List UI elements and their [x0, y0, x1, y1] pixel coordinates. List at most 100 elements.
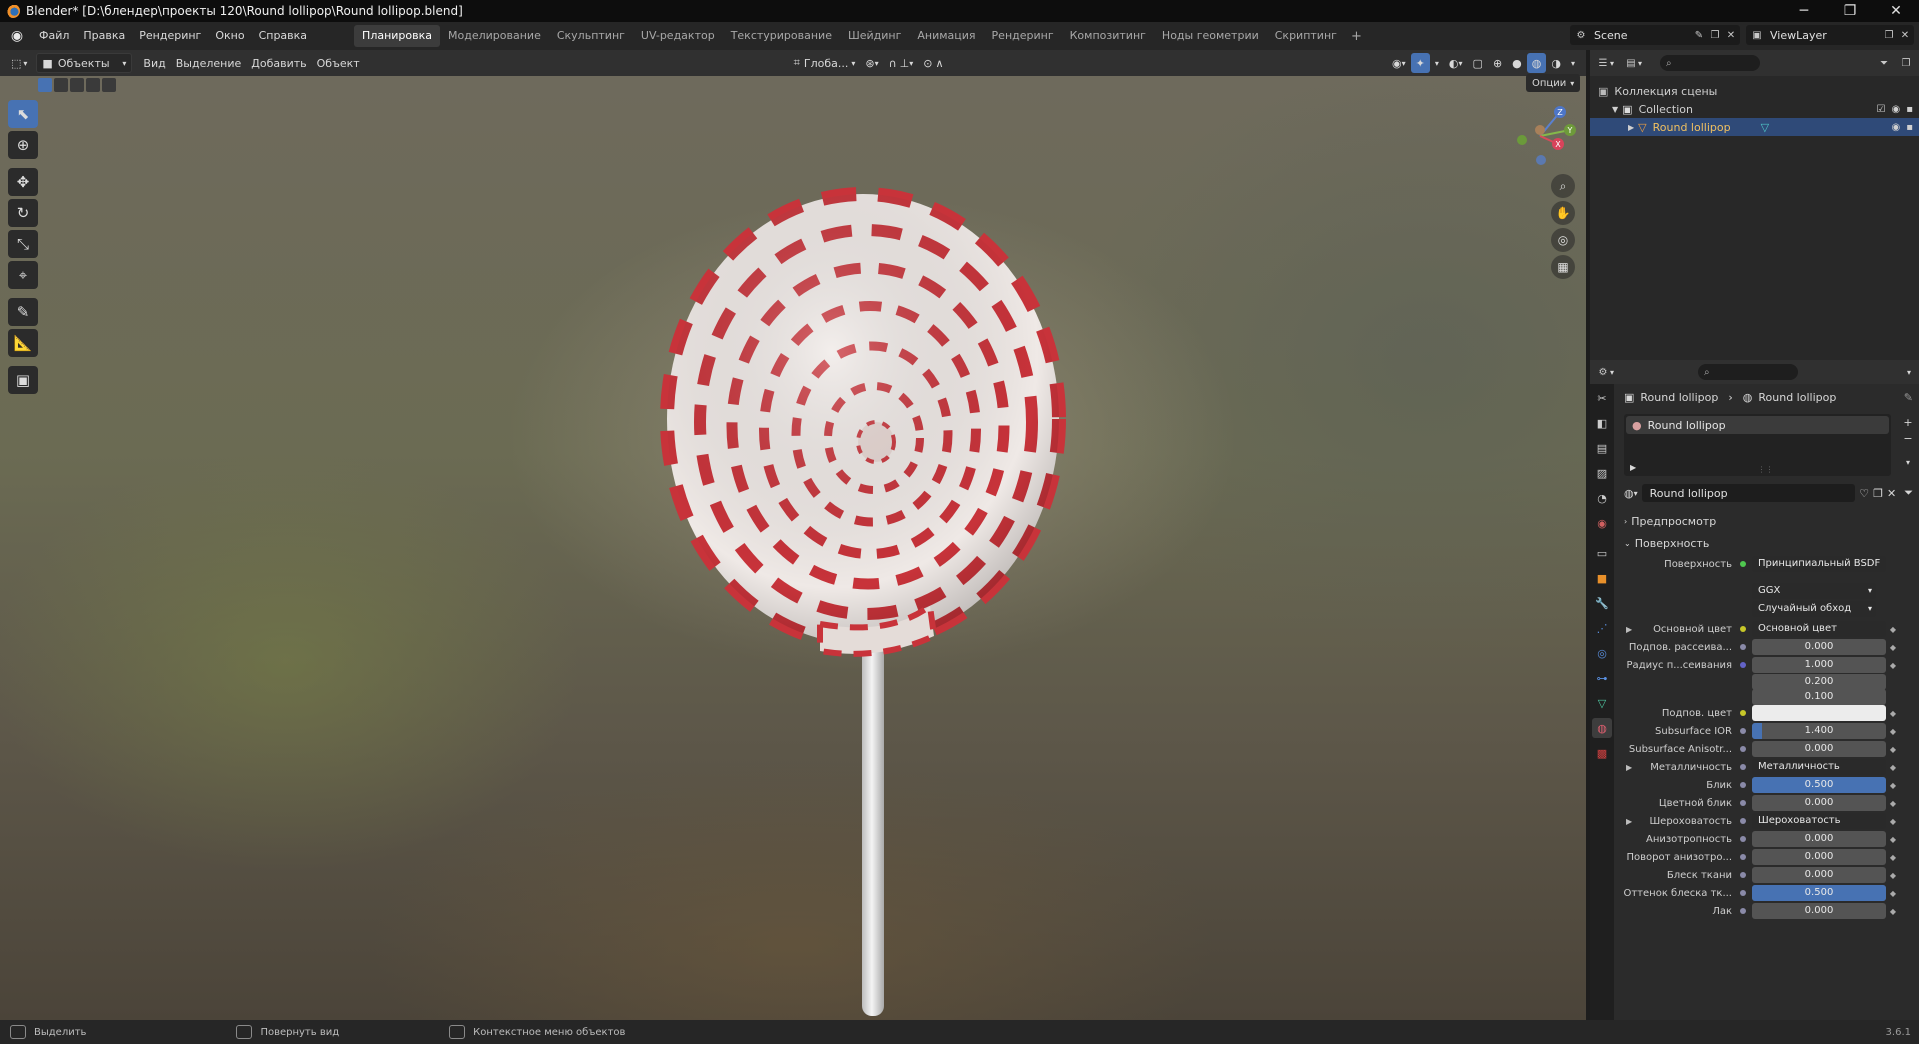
preview-panel-header[interactable]: › Предпросмотр — [1618, 510, 1919, 532]
camera-render-icon[interactable]: ▪ — [1906, 104, 1913, 115]
input-socket-icon[interactable] — [1740, 662, 1746, 668]
new-layer-icon[interactable]: ❐ — [1882, 28, 1896, 42]
input-socket-icon[interactable] — [1740, 854, 1746, 860]
expand-input-arrow-icon[interactable]: ▶ — [1626, 763, 1632, 772]
wireframe-shading-button[interactable]: ⊕ — [1488, 53, 1507, 73]
linked-input-field[interactable]: Основной цвет — [1752, 621, 1886, 637]
workspace-tab-3[interactable]: UV-редактор — [633, 25, 723, 47]
constraints-tab[interactable]: ⊶ — [1592, 668, 1612, 688]
workspace-tab-7[interactable]: Рендеринг — [984, 25, 1062, 47]
object-tab[interactable]: ■ — [1592, 568, 1612, 588]
workspace-tab-6[interactable]: Анимация — [909, 25, 983, 47]
keyframe-icon[interactable]: ◆ — [1886, 763, 1900, 772]
proportional-edit-button[interactable]: ⊙ ∧ — [918, 53, 948, 73]
data-tab[interactable]: ▽ — [1592, 693, 1612, 713]
outliner-scene-collection[interactable]: ▣ Коллекция сцены — [1590, 82, 1919, 100]
render-tab[interactable]: ◧ — [1592, 413, 1612, 433]
keyframe-icon[interactable]: ◆ — [1886, 745, 1900, 754]
outliner-search-input[interactable]: ⌕ — [1660, 55, 1761, 71]
gizmo-toggle-button[interactable]: ✦ — [1410, 53, 1430, 73]
transform-tool[interactable]: ⌖ — [8, 261, 38, 289]
input-socket-icon[interactable] — [1740, 908, 1746, 914]
value-slider[interactable]: 0.000 — [1752, 831, 1886, 847]
menu-item-2[interactable]: Рендеринг — [132, 25, 208, 47]
maximize-button[interactable]: ❐ — [1827, 0, 1873, 22]
texture-tab[interactable]: ▩ — [1592, 743, 1612, 763]
delete-scene-icon[interactable]: ✕ — [1724, 28, 1738, 42]
collapse-arrow-icon[interactable]: ▶ — [1628, 123, 1634, 132]
solid-shading-button[interactable]: ● — [1507, 53, 1527, 73]
properties-editor-icon[interactable]: ⚙ — [1596, 365, 1610, 379]
scene-tab[interactable]: ◔ — [1592, 488, 1612, 508]
minimize-button[interactable]: ─ — [1781, 0, 1827, 22]
scene-selector[interactable]: ⚙ Scene ✎ ❐ ✕ — [1570, 25, 1740, 45]
keyframe-icon[interactable]: ◆ — [1886, 727, 1900, 736]
material-slot-list[interactable]: ● Round lollipop ▶ ⋮⋮ — [1624, 414, 1891, 476]
select-subtract-icon[interactable] — [70, 78, 84, 92]
select-invert-icon[interactable] — [86, 78, 100, 92]
input-socket-icon[interactable] — [1740, 800, 1746, 806]
expand-input-arrow-icon[interactable]: ▶ — [1626, 625, 1632, 634]
select-box-tool[interactable]: ⬉ — [8, 100, 38, 128]
keyframe-icon[interactable]: ◆ — [1886, 871, 1900, 880]
mesh-data-icon[interactable]: ▽ — [1761, 121, 1769, 134]
zoom-button[interactable]: ⌕ — [1551, 174, 1575, 198]
navigation-gizmo[interactable]: Z Y X — [1510, 100, 1580, 172]
overlay-button[interactable]: ◐ ▾ — [1444, 53, 1468, 73]
rendered-shading-button[interactable]: ◑ — [1546, 53, 1566, 73]
select-new-icon[interactable] — [38, 78, 52, 92]
expand-arrow-icon[interactable]: ▶ — [1630, 463, 1636, 472]
view-layer-selector[interactable]: ▣ ViewLayer ❐ ✕ — [1746, 25, 1914, 45]
surface-panel-header[interactable]: ⌄ Поверхность — [1618, 532, 1919, 554]
value-slider[interactable]: 1.400 — [1752, 723, 1886, 739]
value-slider[interactable]: 0.000 — [1752, 741, 1886, 757]
value-slider[interactable]: 0.000 — [1752, 849, 1886, 865]
surface-shader-field[interactable]: Принципиальный BSDF — [1752, 556, 1886, 572]
display-mode-icon[interactable]: ▤ — [1624, 56, 1638, 70]
workspace-tab-1[interactable]: Моделирование — [440, 25, 549, 47]
pin-icon[interactable]: ✎ — [1904, 391, 1913, 404]
keyframe-icon[interactable]: ◆ — [1886, 625, 1900, 634]
unlink-material-icon[interactable]: ✕ — [1887, 487, 1896, 500]
workspace-tab-8[interactable]: Композитинг — [1062, 25, 1154, 47]
keyframe-icon[interactable]: ◆ — [1886, 643, 1900, 652]
camera-view-button[interactable]: ◎ — [1551, 228, 1575, 252]
workspace-tab-2[interactable]: Скульптинг — [549, 25, 633, 47]
options-dropdown[interactable]: Опции ▾ — [1526, 74, 1581, 92]
input-socket-icon[interactable] — [1740, 872, 1746, 878]
menu-item-1[interactable]: Правка — [76, 25, 132, 47]
mode-dropdown[interactable]: ■ Объекты ▾ — [36, 53, 133, 73]
camera-render-icon[interactable]: ▪ — [1906, 122, 1913, 133]
output-tab[interactable]: ▤ — [1592, 438, 1612, 458]
workspace-tab-4[interactable]: Текстурирование — [723, 25, 840, 47]
material-name-field[interactable]: Round lollipop — [1641, 484, 1856, 502]
add-cube-tool[interactable]: ▣ — [8, 366, 38, 394]
add-workspace-button[interactable]: + — [1345, 29, 1368, 44]
collection-tab[interactable]: ▭ — [1592, 543, 1612, 563]
value-slider[interactable]: 0.000 — [1752, 795, 1886, 811]
linked-input-field[interactable]: Шероховатость — [1752, 813, 1886, 829]
gizmo-dropdown[interactable]: ▾ — [1430, 53, 1444, 73]
particles-tab[interactable]: ⋰ — [1592, 618, 1612, 638]
ortho-toggle-button[interactable]: ▦ — [1551, 255, 1575, 279]
expand-input-arrow-icon[interactable]: ▶ — [1626, 817, 1632, 826]
keyframe-icon[interactable]: ◆ — [1886, 709, 1900, 718]
properties-search-input[interactable]: ⌕ — [1698, 364, 1799, 380]
linked-input-field[interactable]: Металличность — [1752, 759, 1886, 775]
add-slot-button[interactable]: + — [1897, 416, 1919, 432]
rotate-tool[interactable]: ↻ — [8, 199, 38, 227]
slot-specials-button[interactable]: ▾ — [1897, 458, 1919, 474]
modifier-tab[interactable]: 🔧 — [1592, 593, 1612, 613]
pin-icon[interactable]: ✎ — [1692, 28, 1706, 42]
keyframe-icon[interactable]: ◆ — [1886, 781, 1900, 790]
keyframe-icon[interactable]: ◆ — [1886, 907, 1900, 916]
input-socket-icon[interactable] — [1740, 764, 1746, 770]
3d-viewport[interactable] — [0, 76, 1586, 1020]
visibility-button[interactable]: ◉ ▾ — [1387, 53, 1411, 73]
input-socket-icon[interactable] — [1740, 710, 1746, 716]
tool-tab[interactable]: ✂ — [1592, 388, 1612, 408]
eye-icon[interactable]: ◉ — [1891, 122, 1900, 133]
close-button[interactable]: ✕ — [1873, 0, 1919, 22]
input-socket-icon[interactable] — [1740, 890, 1746, 896]
cursor-tool[interactable]: ⊕ — [8, 131, 38, 159]
